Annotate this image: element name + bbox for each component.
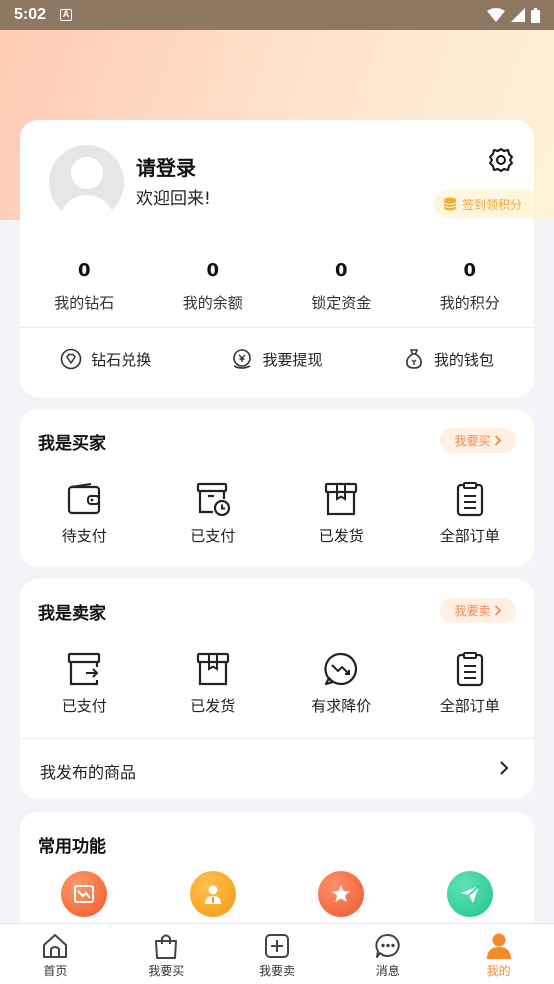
quick-actions: 钻石兑换 我要提现 我的钱包	[20, 348, 534, 370]
status-time: 5:02	[14, 6, 47, 23]
seller-title: 我是卖家	[38, 604, 106, 624]
grid-label: 全部订单	[439, 697, 500, 715]
stat-balance[interactable]: 0 我的余额	[149, 260, 278, 313]
avatar[interactable]	[49, 145, 124, 220]
buyer-all-orders[interactable]: 全部订单	[406, 481, 535, 546]
tab-mine[interactable]: 我的	[443, 924, 554, 984]
chevron-right-icon[interactable]	[497, 759, 511, 777]
stat-locked-funds[interactable]: 0 锁定资金	[277, 260, 406, 313]
stat-diamonds[interactable]: 0 我的钻石	[20, 260, 149, 313]
checkin-label: 签到领积分	[462, 197, 523, 212]
divider	[20, 327, 534, 328]
stat-value: 0	[334, 260, 348, 281]
tab-home[interactable]: 首页	[0, 924, 111, 984]
trend-down-chat-icon	[324, 652, 358, 686]
diamond-icon	[60, 348, 82, 370]
buyer-title: 我是买家	[38, 434, 106, 454]
plus-square-icon	[264, 934, 289, 958]
buyer-card: 我是买家 我要买 待支付 已支付 已发货 全部订单	[20, 409, 534, 567]
coins-icon	[443, 197, 457, 211]
money-bag-icon	[405, 349, 422, 369]
tab-label: 首页	[43, 964, 68, 978]
tab-label: 我的	[486, 964, 511, 978]
seller-paid[interactable]: 已支付	[20, 651, 149, 716]
bottom-tab-bar: 首页 我要买 我要卖 消息 我的	[0, 923, 554, 984]
grid-label: 已发货	[318, 527, 364, 545]
send-icon[interactable]	[446, 871, 493, 917]
seller-shipped[interactable]: 已发货	[149, 651, 278, 716]
stat-value: 0	[463, 260, 477, 281]
seller-card: 我是卖家 我要卖 已支付 已发货 有求降价 全部订单 我发布的商品	[20, 579, 534, 799]
stat-value: 0	[77, 260, 91, 281]
stat-label: 我的余额	[182, 294, 243, 312]
grid-label: 已发货	[190, 697, 236, 715]
chevron-right-icon	[494, 605, 501, 616]
divider	[20, 738, 534, 739]
tab-label: 我要买	[148, 964, 185, 978]
quick-label: 我的钱包	[433, 350, 494, 369]
box-export-icon	[68, 652, 101, 686]
quick-label: 钻石兑换	[91, 350, 152, 369]
stat-label: 我的钻石	[54, 294, 115, 312]
tab-buy[interactable]: 我要买	[111, 924, 222, 984]
user-icon	[486, 933, 511, 959]
stat-label: 我的积分	[439, 294, 500, 312]
chart-down-icon[interactable]	[61, 871, 108, 917]
grid-label: 待支付	[61, 527, 107, 545]
wifi-icon	[487, 8, 505, 22]
profile-card: 请登录 欢迎回来! 签到领积分 0 我的钻石 0 我的余额 0 锁定资金 0 我…	[20, 120, 534, 397]
stat-label: 锁定资金	[311, 294, 372, 312]
buyer-pending-payment[interactable]: 待支付	[20, 481, 149, 546]
pill-label: 我要买	[454, 434, 491, 448]
welcome-text: 欢迎回来!	[136, 189, 211, 209]
quick-label: 我要提现	[262, 350, 323, 369]
pill-label: 我要卖	[454, 604, 491, 618]
wallet-icon	[68, 483, 101, 515]
withdraw-button[interactable]: 我要提现	[191, 348, 362, 370]
box-icon	[196, 652, 229, 686]
published-goods-link[interactable]: 我发布的商品	[40, 759, 136, 783]
diamond-exchange-button[interactable]: 钻石兑换	[20, 348, 191, 370]
buyer-shipped[interactable]: 已发货	[277, 481, 406, 546]
common-icons-row	[20, 871, 534, 917]
status-bar: 5:02 A	[0, 0, 554, 30]
seller-price-reduction[interactable]: 有求降价	[277, 651, 406, 716]
seller-order-grid: 已支付 已发货 有求降价 全部订单	[20, 651, 534, 716]
common-title: 常用功能	[38, 837, 106, 857]
battery-icon	[531, 7, 540, 23]
my-wallet-button[interactable]: 我的钱包	[363, 348, 534, 370]
checkin-button[interactable]: 签到领积分	[434, 190, 534, 218]
buyer-paid[interactable]: 已支付	[149, 481, 278, 546]
clipboard-icon	[456, 652, 483, 687]
stat-value: 0	[206, 260, 220, 281]
home-icon	[43, 934, 68, 958]
seller-all-orders[interactable]: 全部订单	[406, 651, 535, 716]
box-clock-icon	[196, 482, 230, 517]
box-icon	[325, 482, 358, 516]
withdraw-icon	[233, 349, 252, 369]
shopping-bag-icon	[155, 934, 178, 959]
signal-icon	[511, 8, 525, 22]
notification-a-icon: A	[60, 9, 73, 21]
chat-icon	[375, 934, 400, 958]
login-title[interactable]: 请登录	[136, 152, 196, 181]
tab-sell[interactable]: 我要卖	[222, 924, 333, 984]
clipboard-icon	[456, 482, 483, 517]
tab-label: 消息	[375, 964, 400, 978]
grid-label: 已支付	[61, 697, 107, 715]
grid-label: 已支付	[190, 527, 236, 545]
i-want-sell-button[interactable]: 我要卖	[440, 598, 516, 623]
tab-label: 我要卖	[258, 964, 295, 978]
grid-label: 全部订单	[439, 527, 500, 545]
i-want-buy-button[interactable]: 我要买	[440, 428, 516, 453]
chevron-right-icon	[494, 435, 501, 446]
buyer-order-grid: 待支付 已支付 已发货 全部订单	[20, 481, 534, 546]
stat-points[interactable]: 0 我的积分	[406, 260, 535, 313]
gear-icon[interactable]	[488, 147, 514, 173]
star-icon[interactable]	[318, 871, 365, 917]
tab-messages[interactable]: 消息	[332, 924, 443, 984]
grid-label: 有求降价	[311, 697, 372, 715]
service-person-icon[interactable]	[189, 871, 236, 917]
stats-row: 0 我的钻石 0 我的余额 0 锁定资金 0 我的积分	[20, 260, 534, 313]
